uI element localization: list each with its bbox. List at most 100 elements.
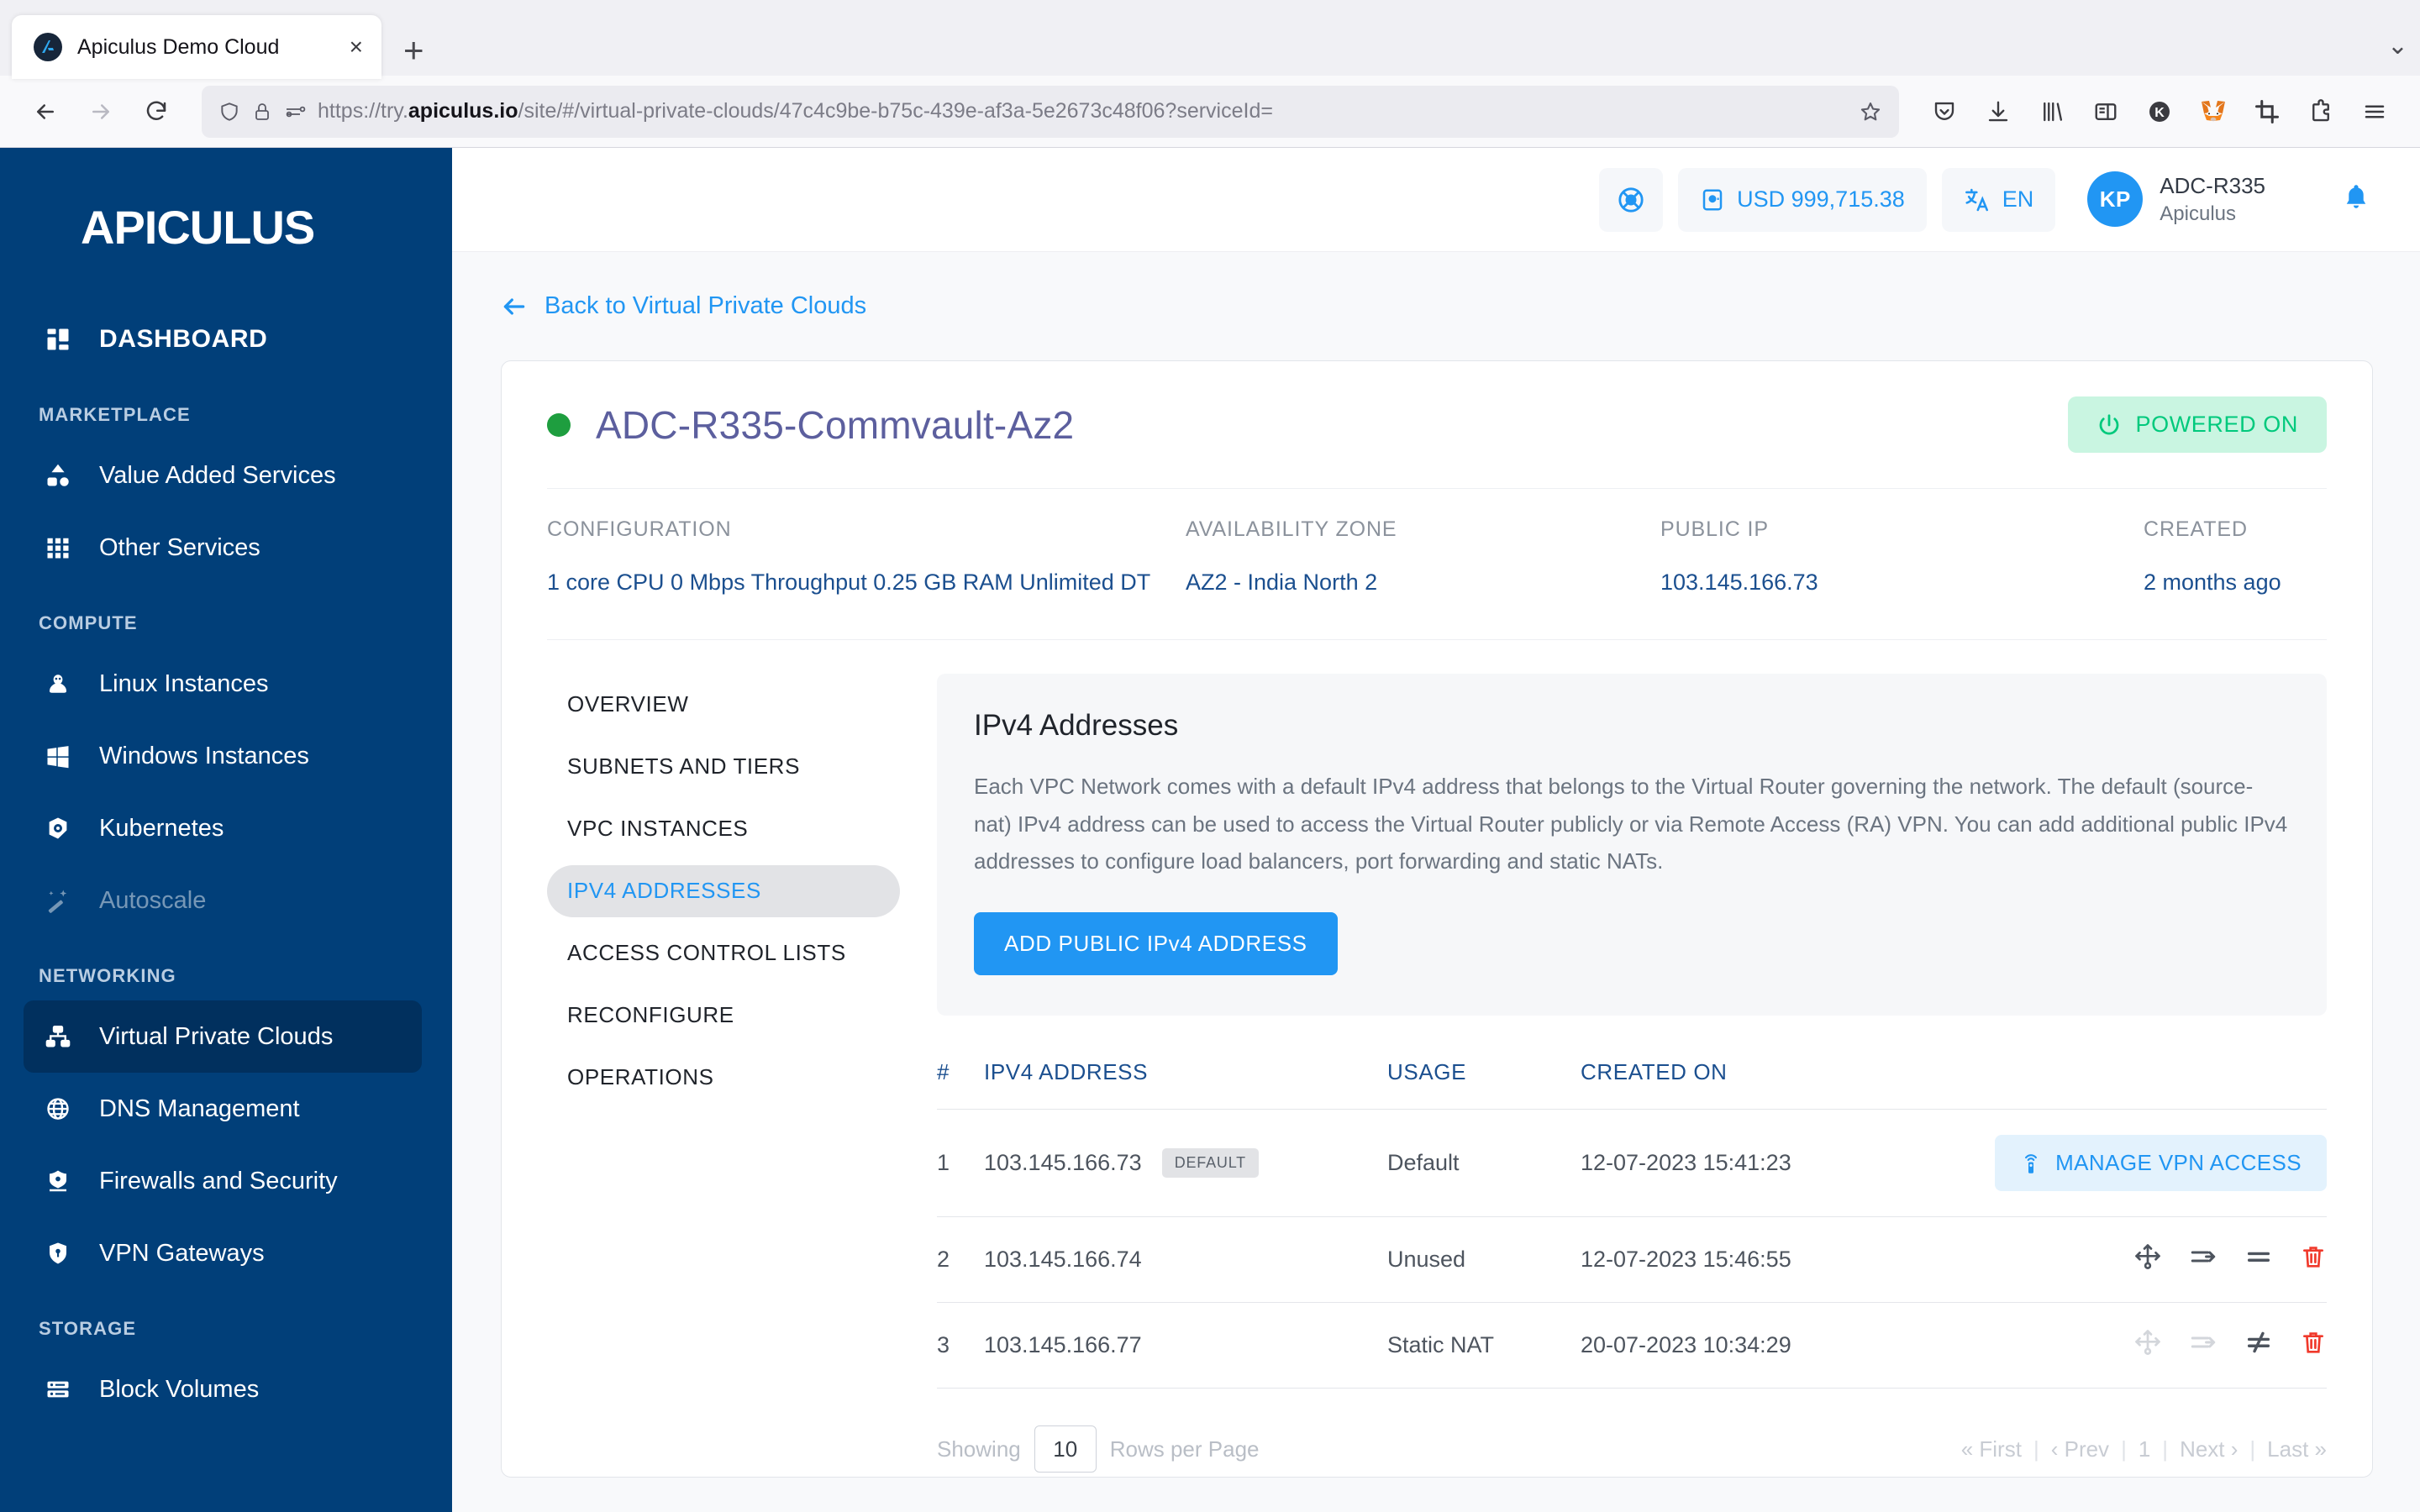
tab-access-control-lists[interactable]: ACCESS CONTROL LISTS xyxy=(547,927,900,979)
table-row: 1 103.145.166.73 DEFAULT Default 12-07-2 xyxy=(937,1109,2327,1217)
meta-value[interactable]: 103.145.166.73 xyxy=(1660,565,2144,601)
manage-vpn-access-button[interactable]: MANAGE VPN ACCESS xyxy=(1995,1135,2327,1191)
wallet-balance-button[interactable]: USD 999,715.38 xyxy=(1678,167,1927,232)
static-nat-enable-icon[interactable] xyxy=(2244,1242,2273,1271)
browser-tab[interactable]: Apiculus Demo Cloud × xyxy=(12,15,381,79)
back-button[interactable] xyxy=(22,88,69,135)
tab-vpc-instances[interactable]: VPC INSTANCES xyxy=(547,803,900,855)
table-pagination: Showing Rows per Page « First | ‹ Prev |… xyxy=(937,1389,2327,1473)
sidebar-item-label: Windows Instances xyxy=(99,742,309,769)
delete-trash-icon[interactable] xyxy=(2300,1243,2327,1270)
forward-button[interactable] xyxy=(77,88,124,135)
bell-notification-icon[interactable] xyxy=(2341,182,2371,217)
pagination-last[interactable]: Last » xyxy=(2267,1436,2327,1462)
keeper-extension-icon[interactable]: K xyxy=(2136,88,2183,135)
app-header: USD 999,715.38 EN KP ADC-R335 Apiculus xyxy=(452,148,2420,252)
wallet-icon xyxy=(1700,187,1725,213)
value-added-services-icon xyxy=(39,463,77,488)
add-public-ipv4-button[interactable]: ADD PUBLIC IPv4 ADDRESS xyxy=(974,912,1338,975)
library-icon[interactable] xyxy=(2028,88,2075,135)
screenshot-crop-icon[interactable] xyxy=(2244,88,2291,135)
back-to-vpc-link[interactable]: Back to Virtual Private Clouds xyxy=(501,292,2373,320)
pagination-controls: « First | ‹ Prev | 1 | Next › | Last » xyxy=(1961,1436,2327,1462)
lifebuoy-support-icon xyxy=(1617,186,1645,214)
new-tab-button[interactable]: + xyxy=(403,32,424,68)
delete-trash-icon[interactable] xyxy=(2300,1329,2327,1356)
ipv4-table: # IPV4 ADDRESS USAGE CREATED ON 1 103.14… xyxy=(937,1047,2327,1389)
cell-actions: MANAGE VPN ACCESS xyxy=(1942,1109,2327,1217)
rows-per-page-group: Showing Rows per Page xyxy=(937,1425,1260,1473)
lock-icon xyxy=(252,102,272,122)
support-button[interactable] xyxy=(1599,167,1664,232)
pagination-first[interactable]: « First xyxy=(1961,1436,2022,1462)
page-title: ADC-R335-Commvault-Az2 xyxy=(596,402,1075,447)
ipv4-panel: IPv4 Addresses Each VPC Network comes wi… xyxy=(937,673,2327,1473)
static-nat-disable-icon[interactable] xyxy=(2244,1328,2273,1357)
sidebar-item-virtual-private-clouds[interactable]: Virtual Private Clouds xyxy=(24,1000,422,1073)
language-label: EN xyxy=(2002,186,2034,212)
tab-overview[interactable]: OVERVIEW xyxy=(547,679,900,731)
language-selector[interactable]: EN xyxy=(1941,167,2056,232)
shield-tracking-icon[interactable] xyxy=(218,101,240,123)
load-balancer-icon[interactable] xyxy=(2133,1242,2162,1271)
meta-value[interactable]: 1 core CPU 0 Mbps Throughput 0.25 GB RAM… xyxy=(547,565,1186,601)
vpc-title-group: ADC-R335-Commvault-Az2 xyxy=(547,402,1074,448)
reload-button[interactable] xyxy=(133,88,180,135)
close-icon[interactable]: × xyxy=(350,35,363,59)
table-body: 1 103.145.166.73 DEFAULT Default 12-07-2 xyxy=(937,1109,2327,1389)
load-balancer-icon xyxy=(2133,1328,2162,1357)
sidebar-section-compute: COMPUTE xyxy=(39,612,138,633)
column-header-address: IPV4 ADDRESS xyxy=(984,1047,1387,1110)
meta-value[interactable]: 2 months ago xyxy=(2144,565,2281,601)
sidebar-item-other-services[interactable]: Other Services xyxy=(24,512,422,584)
pagination-prev[interactable]: ‹ Prev xyxy=(2051,1436,2109,1462)
pagination-page-number[interactable]: 1 xyxy=(2139,1436,2150,1462)
download-icon[interactable] xyxy=(1975,88,2022,135)
sidebar-item-dns-management[interactable]: DNS Management xyxy=(24,1073,422,1145)
showing-label: Showing xyxy=(937,1436,1021,1462)
sidebar-item-value-added-services[interactable]: Value Added Services xyxy=(24,439,422,512)
url-bar[interactable]: https://try.apiculus.io/site/#/virtual-p… xyxy=(202,85,1899,138)
tab-operations[interactable]: OPERATIONS xyxy=(547,1052,900,1104)
browser-chrome: Apiculus Demo Cloud × + ⌄ https://try.ap… xyxy=(0,0,2420,148)
pocket-icon[interactable] xyxy=(1921,88,1968,135)
port-forwarding-icon[interactable] xyxy=(2189,1242,2217,1271)
tab-ipv4-addresses[interactable]: IPV4 ADDRESSES xyxy=(547,864,900,917)
cell-index: 3 xyxy=(937,1302,984,1389)
metamask-extension-icon[interactable] xyxy=(2190,88,2237,135)
sidebar-logo[interactable]: APICULUS xyxy=(0,156,452,303)
meta-label: CONFIGURATION xyxy=(547,517,732,541)
sidebar-item-block-volumes[interactable]: Block Volumes xyxy=(24,1353,422,1425)
chevron-down-icon[interactable]: ⌄ xyxy=(2387,31,2408,60)
browser-tab-title: Apiculus Demo Cloud xyxy=(77,34,280,59)
user-menu[interactable]: KP ADC-R335 Apiculus xyxy=(2087,171,2265,228)
sidebar-item-firewalls-and-security[interactable]: Firewalls and Security xyxy=(24,1145,422,1217)
manage-vpn-access-label: MANAGE VPN ACCESS xyxy=(2055,1150,2302,1175)
sidebar-icon[interactable] xyxy=(2082,88,2129,135)
rows-per-page-input[interactable] xyxy=(1034,1425,1097,1473)
sidebar-item-autoscale[interactable]: Autoscale xyxy=(24,864,422,937)
sidebar-item-kubernetes[interactable]: Kubernetes xyxy=(24,792,422,864)
default-badge: DEFAULT xyxy=(1161,1148,1259,1178)
sidebar-item-linux-instances[interactable]: Linux Instances xyxy=(24,648,422,720)
content-area: Back to Virtual Private Clouds ADC-R335-… xyxy=(452,252,2420,1512)
meta-configuration: CONFIGURATION 1 core CPU 0 Mbps Throughp… xyxy=(547,517,1186,601)
tab-reconfigure[interactable]: RECONFIGURE xyxy=(547,990,900,1042)
url-text[interactable]: https://try.apiculus.io/site/#/virtual-p… xyxy=(318,99,1847,123)
vpn-shield-key-icon xyxy=(39,1241,77,1266)
app-menu-icon[interactable] xyxy=(2351,88,2398,135)
sidebar-item-windows-instances[interactable]: Windows Instances xyxy=(24,720,422,792)
sidebar-item-dashboard[interactable]: DASHBOARD xyxy=(24,303,422,375)
bookmark-star-icon[interactable] xyxy=(1859,100,1882,123)
extensions-puzzle-icon[interactable] xyxy=(2297,88,2344,135)
kubernetes-helm-icon xyxy=(39,816,77,841)
tab-subnets-and-tiers[interactable]: SUBNETS AND TIERS xyxy=(547,741,900,793)
sidebar-item-label: VPN Gateways xyxy=(99,1239,265,1267)
meta-public-ip: PUBLIC IP 103.145.166.73 xyxy=(1660,517,2144,601)
power-state-badge[interactable]: POWERED ON xyxy=(2068,396,2327,453)
sidebar-item-vpn-gateways[interactable]: VPN Gateways xyxy=(24,1217,422,1289)
permissions-icon[interactable] xyxy=(284,102,306,122)
pagination-next[interactable]: Next › xyxy=(2180,1436,2238,1462)
meta-value[interactable]: AZ2 - India North 2 xyxy=(1186,565,1660,601)
cell-usage: Unused xyxy=(1387,1216,1581,1303)
